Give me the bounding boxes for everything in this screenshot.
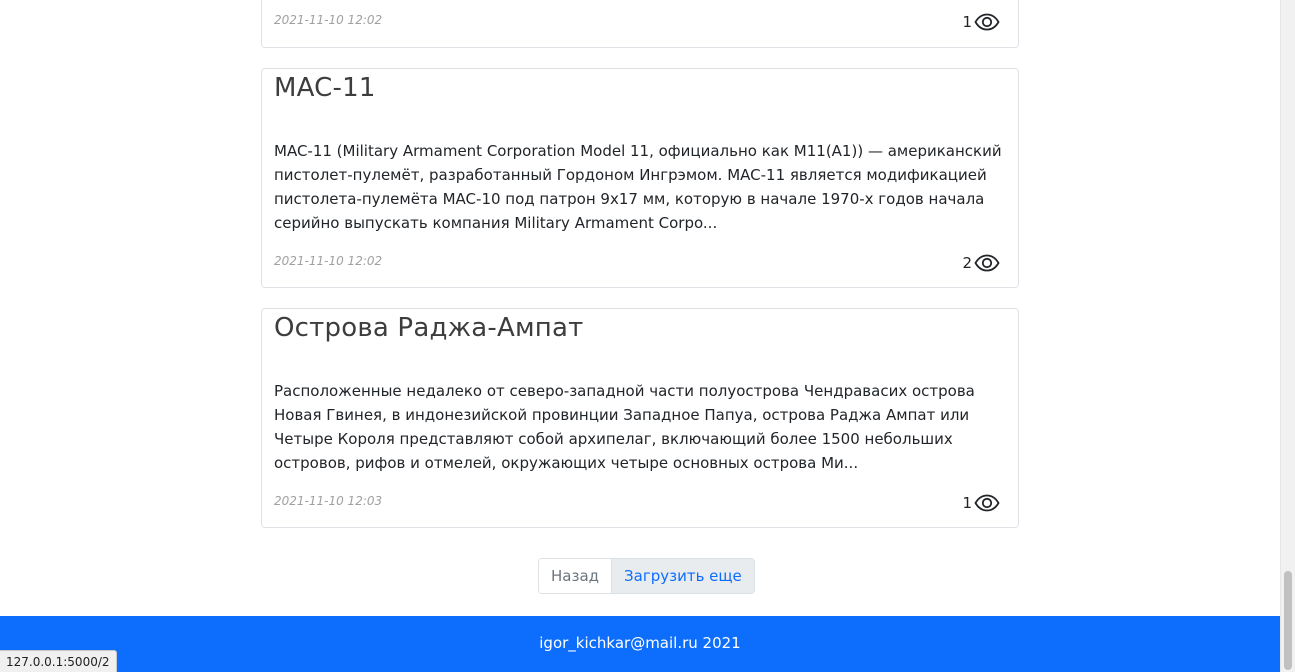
footer: igor_kichkar@mail.ru 2021 (0, 616, 1280, 672)
post-views: 1 (962, 13, 1000, 31)
vertical-scrollbar[interactable] (1280, 0, 1295, 672)
back-button[interactable]: Назад (539, 559, 613, 593)
views-count: 1 (962, 13, 972, 31)
load-more-button[interactable]: Загрузить еще (612, 559, 754, 593)
post-date: 2021-11-10 12:02 (274, 13, 383, 27)
post-title[interactable]: MAC-11 (274, 73, 376, 103)
eye-icon (974, 254, 1000, 272)
post-card: 2021-11-10 12:02 1 (261, 0, 1019, 48)
post-excerpt: MAC-11 (Military Armament Corporation Mo… (274, 142, 1002, 232)
post-card[interactable]: Острова Раджа-Ампат Расположенные недале… (261, 308, 1019, 528)
post-title[interactable]: Острова Раджа-Ампат (274, 313, 583, 343)
browser-viewport: 2021-11-10 12:02 1 MAC-11 MAC-11 (Milita… (0, 0, 1295, 672)
eye-icon (974, 13, 1000, 31)
page: 2021-11-10 12:02 1 MAC-11 MAC-11 (Milita… (0, 0, 1280, 672)
post-excerpt: Расположенные недалеко от северо-западно… (274, 382, 975, 472)
views-count: 1 (962, 494, 972, 512)
status-bar-url: 127.0.0.1:5000/2 (0, 650, 117, 672)
post-views: 2 (962, 254, 1000, 272)
post-date: 2021-11-10 12:02 (274, 254, 383, 268)
scrollbar-thumb[interactable] (1284, 571, 1292, 670)
post-views: 1 (962, 494, 1000, 512)
views-count: 2 (962, 254, 972, 272)
post-date: 2021-11-10 12:03 (274, 494, 383, 508)
eye-icon (974, 494, 1000, 512)
footer-text: igor_kichkar@mail.ru 2021 (539, 634, 741, 652)
pagination: Назад Загрузить еще (538, 558, 755, 594)
post-card[interactable]: MAC-11 MAC-11 (Military Armament Corpora… (261, 68, 1019, 288)
